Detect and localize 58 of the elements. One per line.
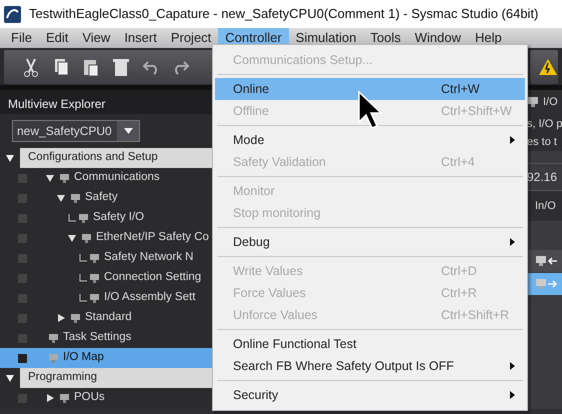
node-icon: [48, 333, 59, 343]
status-square: [18, 394, 27, 402]
status-square: [18, 214, 27, 222]
menu-item[interactable]: Window: [408, 28, 468, 48]
shortcut-text: Ctrl+Shift+R: [441, 306, 510, 324]
pointer-cursor-icon: [357, 90, 383, 130]
node-icon: [78, 213, 89, 223]
shortcut-text: Ctrl+D: [441, 262, 477, 280]
app-logo-icon: [4, 6, 21, 22]
status-square: [18, 254, 27, 262]
node-icon: [89, 293, 100, 303]
submenu-arrow-icon: [510, 238, 515, 246]
io-row[interactable]: [527, 250, 562, 272]
status-square: [18, 294, 27, 302]
connector-icon: [79, 294, 87, 302]
shortcut-text: Ctrl+R: [441, 284, 477, 302]
menu-option[interactable]: Online Ctrl+W: [215, 78, 525, 100]
device-arrow-icon: [535, 278, 557, 290]
status-square: [18, 314, 27, 322]
node-icon: [59, 393, 70, 403]
status-square: [18, 354, 27, 362]
menu-item[interactable]: Help: [468, 28, 509, 48]
node-icon: [89, 273, 100, 283]
menu-option[interactable]: Mode: [215, 129, 525, 151]
submenu-arrow-icon: [510, 136, 515, 144]
menu-item[interactable]: Simulation: [288, 28, 364, 48]
status-square: [18, 234, 27, 242]
menu-item[interactable]: Project: [164, 28, 218, 48]
column-header: In/O: [527, 190, 562, 221]
node-icon: [89, 253, 100, 263]
node-icon: [70, 313, 81, 323]
warning-icon: [538, 56, 558, 76]
menu-item[interactable]: Insert: [117, 28, 164, 48]
node-icon: [48, 353, 59, 363]
caret-icon: [124, 128, 132, 134]
node-icon: [70, 193, 81, 203]
submenu-arrow-icon: [510, 391, 515, 399]
connector-icon: [79, 254, 87, 262]
menu-item[interactable]: View: [75, 28, 118, 48]
connector-icon: [68, 214, 76, 222]
menu-item[interactable]: Edit: [38, 28, 76, 48]
status-square: [18, 174, 27, 182]
menu-item[interactable]: Tools: [363, 28, 408, 48]
shortcut-text: Ctrl+4: [441, 154, 475, 171]
shortcut-text: Ctrl+Shift+W: [441, 102, 512, 120]
node-icon: [59, 173, 70, 183]
menu-option[interactable]: Debug: [215, 231, 525, 253]
status-square: [18, 274, 27, 282]
node-icon: [81, 233, 92, 243]
device-dropdown[interactable]: new_SafetyCPU0: [12, 120, 140, 142]
status-square: [18, 334, 27, 342]
menu-item[interactable]: File: [4, 28, 39, 48]
connector-icon: [79, 274, 87, 282]
submenu-arrow-icon: [510, 362, 515, 370]
device-arrow-icon: [535, 255, 557, 267]
window-title: TestwithEagleClass0_Capature - new_SafetyCPU0(Comment 1) - Sysmac Studio (64bit): [29, 5, 538, 24]
status-square: [18, 194, 27, 202]
shortcut-text: Ctrl+W: [441, 80, 480, 98]
